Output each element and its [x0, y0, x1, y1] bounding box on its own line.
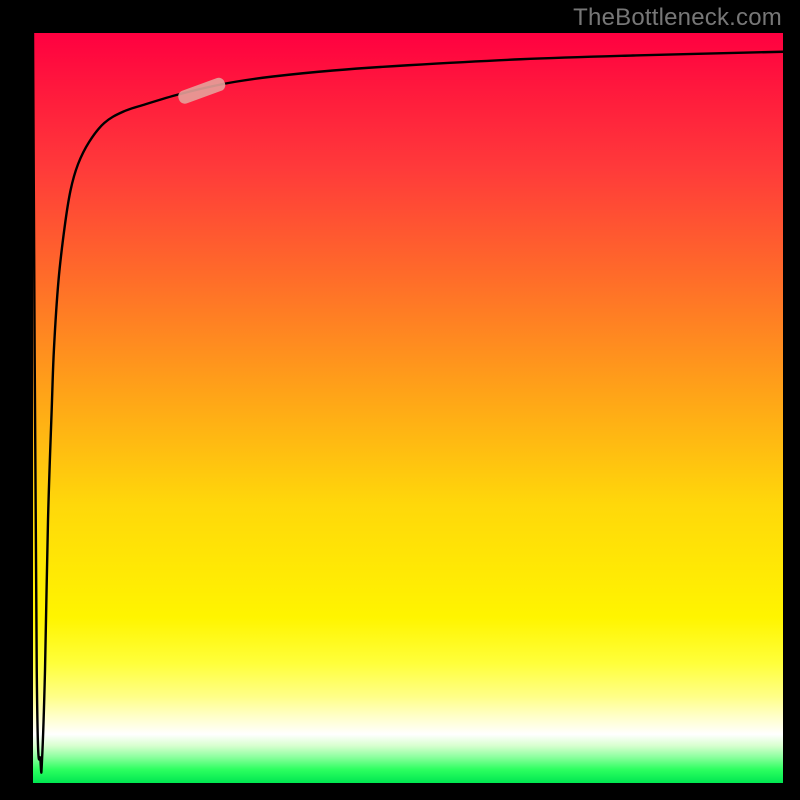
highlight-marker [177, 76, 227, 105]
curve-layer [33, 33, 783, 783]
bottleneck-curve [33, 33, 783, 773]
chart-frame: TheBottleneck.com [0, 0, 800, 800]
attribution-text: TheBottleneck.com [573, 4, 782, 32]
